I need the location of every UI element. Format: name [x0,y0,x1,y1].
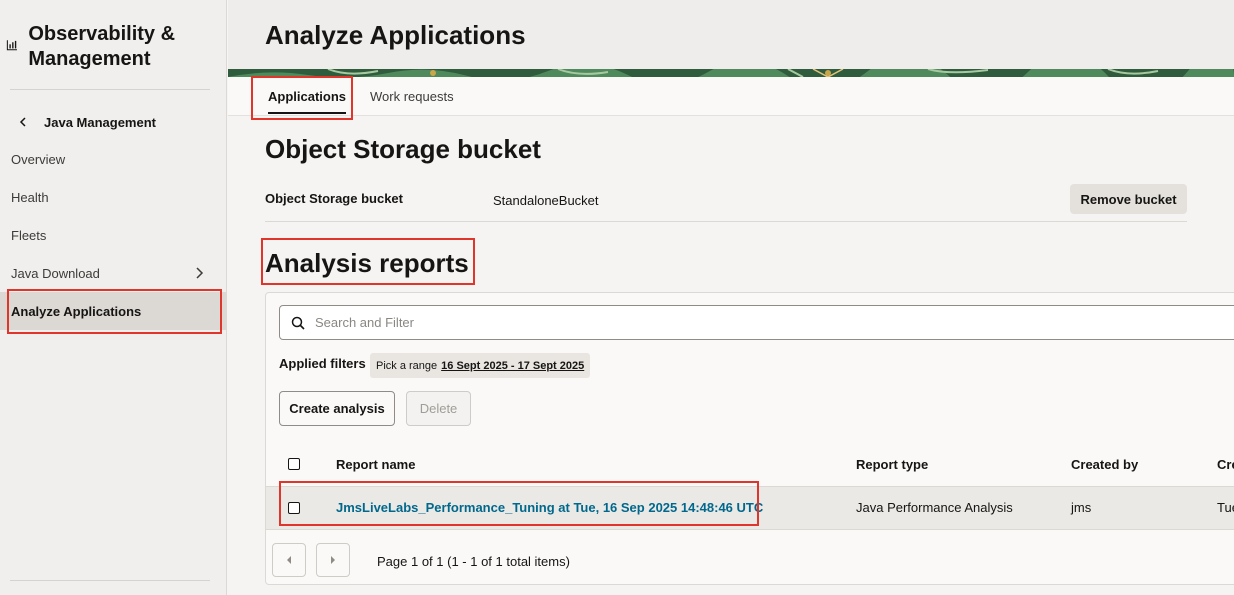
page-title: Analyze Applications [265,20,526,50]
column-header-report-name[interactable]: Report name [336,457,415,472]
page-header: Analyze Applications [228,0,1234,77]
table-row: JmsLiveLabs_Performance_Tuning at Tue, 1… [266,486,1234,530]
chevron-right-icon [196,267,204,279]
sidebar-item-health[interactable]: Health [0,178,226,216]
triangle-right-icon [331,556,335,564]
tab-label: Work requests [370,89,454,104]
column-header-created-by[interactable]: Created by [1071,457,1138,472]
tab-applications[interactable]: Applications [268,77,347,116]
object-storage-heading: Object Storage bucket [265,134,541,164]
sidebar-item-label: Health [11,189,49,205]
brand: Observability & Management [6,22,216,72]
column-header-created[interactable]: Cre [1217,457,1234,472]
search-box[interactable] [279,305,1234,340]
column-header-report-type[interactable]: Report type [856,457,928,472]
sidebar-divider [10,580,210,581]
bucket-value: StandaloneBucket [493,193,599,208]
chart-icon [6,40,17,51]
brand-title: Observability & Management [28,23,176,70]
tab-bar: Applications Work requests [228,77,1234,116]
chevron-left-icon [19,117,26,127]
sidebar-item-label: Analyze Applications [11,303,142,319]
sidebar-item-java-download[interactable]: Java Download [0,254,226,292]
sidebar-item-analyze-applications[interactable]: Analyze Applications [0,292,226,330]
sidebar-item-overview[interactable]: Overview [0,140,226,178]
reports-panel: Applied filters Pick a range 16 Sept 202… [265,292,1234,585]
pagination-status: Page 1 of 1 (1 - 1 of 1 total items) [377,554,570,569]
sidebar-item-label: Java Download [11,265,100,281]
created-cell: Tue [1217,500,1234,515]
chip-prefix: Pick a range [376,359,438,372]
applied-filters-label: Applied filters [279,356,366,371]
main-content: Analyze Applications Applications Work r… [228,0,1234,595]
sidebar-item-label: Fleets [11,227,47,243]
sidebar-item-label: Overview [11,151,66,167]
row-checkbox[interactable] [288,502,300,514]
remove-bucket-button[interactable]: Remove bucket [1070,184,1187,214]
divider [265,221,1187,222]
back-label: Java Management [44,114,156,130]
sidebar-divider [10,89,210,90]
report-type-cell: Java Performance Analysis [856,500,1013,515]
tab-label: Applications [268,89,347,104]
date-range-filter-chip[interactable]: Pick a range 16 Sept 2025 - 17 Sept 2025 [370,353,591,378]
next-page-button[interactable] [316,543,350,577]
bucket-label: Object Storage bucket [265,191,403,206]
delete-button[interactable]: Delete [406,391,471,426]
previous-page-button[interactable] [272,543,306,577]
select-all-checkbox[interactable] [288,458,300,470]
analysis-reports-heading: Analysis reports [265,248,469,278]
back-to-java-management[interactable]: Java Management [18,114,156,130]
triangle-left-icon [287,556,291,564]
search-input[interactable] [315,315,1215,330]
created-by-cell: jms [1071,500,1092,515]
sidebar-item-fleets[interactable]: Fleets [0,216,226,254]
chip-value: 16 Sept 2025 - 17 Sept 2025 [441,359,585,372]
search-icon [291,316,305,330]
tab-work-requests[interactable]: Work requests [370,77,454,116]
banner-decoration [228,69,1234,77]
create-analysis-button[interactable]: Create analysis [279,391,395,426]
report-name-link[interactable]: JmsLiveLabs_Performance_Tuning at Tue, 1… [336,500,763,515]
sidebar: Observability & Management Java Manageme… [0,0,227,595]
